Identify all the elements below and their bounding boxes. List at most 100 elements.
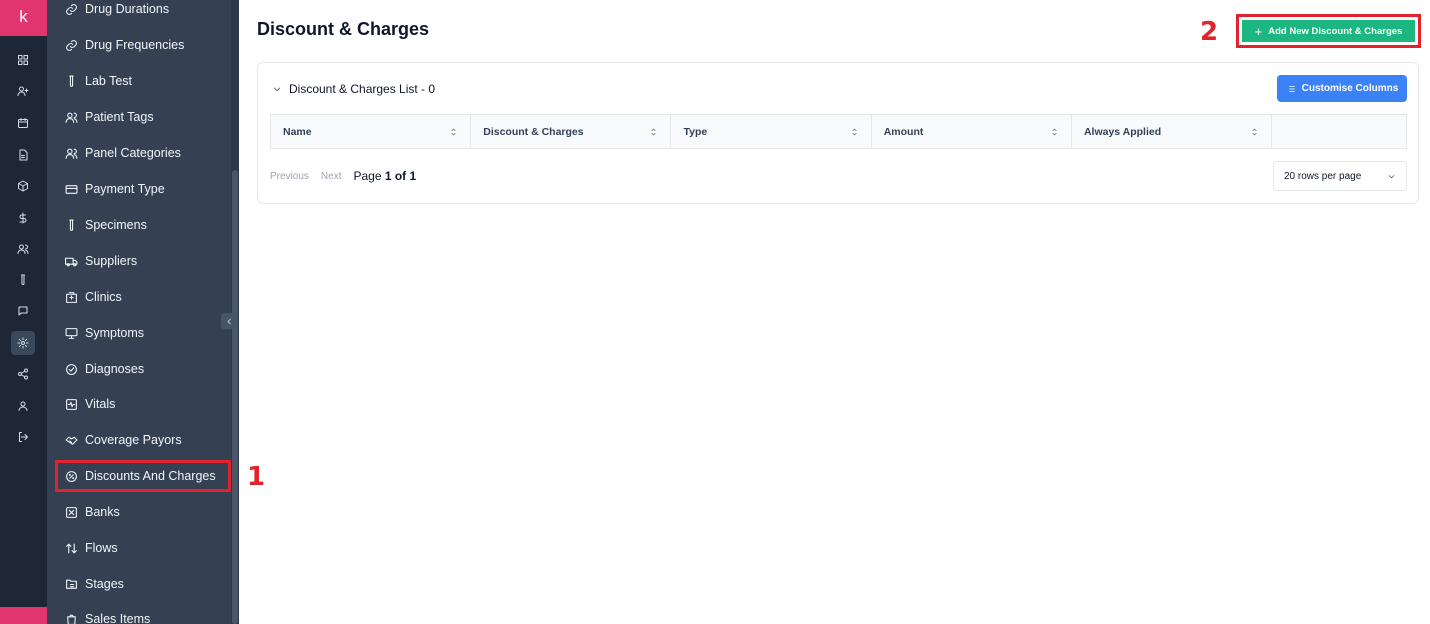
sidebar-item-drug-durations[interactable]: Drug Durations (57, 0, 229, 23)
activity-square-icon (66, 398, 77, 410)
plus-icon: + (1254, 23, 1263, 39)
rows-per-page-value: 20 rows per page (1284, 170, 1362, 182)
credit-card-icon (65, 184, 78, 194)
sidebar-item-coverage-payors[interactable]: Coverage Payors (57, 426, 229, 454)
chevron-down-icon (1388, 174, 1395, 179)
sidebar-item-label: Specimens (85, 218, 147, 232)
test-tube-icon (69, 219, 74, 231)
monitor-icon (65, 327, 78, 339)
page-prefix: Page (353, 169, 385, 183)
link-icon (66, 3, 77, 15)
sidebar-item-flows[interactable]: Flows (57, 534, 229, 562)
page-current: 1 of 1 (384, 169, 417, 183)
customise-columns-button[interactable]: Customise Columns (1277, 75, 1407, 102)
sidebar-scrollbar-thumb[interactable] (232, 170, 238, 624)
settings-sidebar: Drug Durations Drug Frequencies Lab Test… (47, 0, 239, 624)
square-x-icon (66, 506, 77, 518)
shopping-bag-icon (67, 614, 76, 624)
sidebar-item-banks[interactable]: Banks (57, 498, 229, 526)
folder-tree-icon (66, 579, 77, 589)
sidebar-item-label: Patient Tags (85, 110, 154, 124)
page-indicator: Page 1 of 1 (353, 169, 416, 183)
test-tube-icon[interactable] (13, 270, 33, 290)
column-header-discount-charges[interactable]: Discount & Charges (471, 115, 672, 148)
column-header-type[interactable]: Type (671, 115, 872, 148)
sidebar-item-clinics[interactable]: Clinics (57, 283, 229, 311)
add-new-discount-label: Add New Discount & Charges (1268, 25, 1403, 37)
list-icon (1286, 85, 1295, 92)
column-header-always-applied[interactable]: Always Applied (1072, 115, 1273, 148)
rows-per-page-select[interactable]: 20 rows per page (1273, 161, 1407, 191)
page-title: Discount & Charges (257, 19, 430, 39)
sidebar-item-sales-items[interactable]: Sales Items (57, 605, 229, 624)
add-new-discount-button-highlight[interactable]: + Add New Discount & Charges (1236, 14, 1421, 48)
sidebar-item-payment-type[interactable]: Payment Type (57, 175, 229, 203)
handshake-icon (65, 436, 78, 445)
check-circle-icon (66, 363, 77, 375)
sidebar-item-drug-frequencies[interactable]: Drug Frequencies (57, 31, 229, 59)
sidebar-item-stages[interactable]: Stages (57, 570, 229, 598)
sidebar-item-label: Diagnoses (85, 362, 145, 376)
document-icon[interactable] (13, 145, 33, 165)
calendar-icon[interactable] (13, 113, 33, 133)
sidebar-item-panel-categories[interactable]: Panel Categories (57, 139, 229, 167)
dollar-icon[interactable] (13, 208, 33, 228)
test-tube-icon (69, 75, 74, 87)
column-header-amount[interactable]: Amount (872, 115, 1072, 148)
table-header: Name Discount & Charges Type Amount Alwa… (270, 114, 1407, 149)
sidebar-item-label: Drug Frequencies (85, 38, 185, 52)
truck-icon (65, 257, 78, 266)
sidebar-item-vitals[interactable]: Vitals (57, 390, 229, 418)
sidebar-item-lab-test[interactable]: Lab Test (57, 67, 229, 95)
sidebar-item-suppliers[interactable]: Suppliers (57, 247, 229, 275)
sidebar-item-symptoms[interactable]: Symptoms (57, 319, 229, 347)
sidebar-item-label: Sales Items (85, 612, 151, 624)
column-label: Amount (883, 125, 924, 138)
sidebar-item-label: Flows (85, 541, 118, 555)
next-page-button[interactable]: Next (321, 171, 342, 182)
users-icon (65, 112, 78, 123)
previous-page-button[interactable]: Previous (270, 171, 309, 182)
discount-list-card: Discount & Charges List - 0 Customise Co… (257, 62, 1419, 204)
users-icon[interactable] (13, 239, 33, 259)
app-logo[interactable]: k (0, 0, 47, 36)
sidebar-item-specimens[interactable]: Specimens (57, 211, 229, 239)
column-label: Discount & Charges (483, 125, 584, 138)
sidebar-item-label: Suppliers (85, 254, 138, 268)
message-icon[interactable] (13, 301, 33, 321)
rail-bottom-brand (0, 607, 47, 624)
sidebar-item-label: Vitals (85, 397, 116, 411)
logout-icon[interactable] (13, 427, 33, 447)
link-icon (66, 39, 77, 51)
sort-icon (451, 128, 456, 135)
sidebar-item-label: Symptoms (85, 326, 145, 340)
profile-icon[interactable] (13, 396, 33, 416)
settings-icon[interactable] (11, 331, 35, 355)
share-icon[interactable] (13, 364, 33, 384)
box-icon[interactable] (13, 176, 33, 196)
list-title: Discount & Charges List - 0 (289, 82, 436, 96)
column-header-actions (1272, 115, 1406, 148)
sidebar-item-diagnoses[interactable]: Diagnoses (57, 355, 229, 383)
sidebar-item-discounts-and-charges[interactable]: Discounts And Charges (55, 460, 231, 492)
add-user-icon[interactable] (13, 81, 33, 101)
sidebar-item-label: Coverage Payors (85, 433, 182, 447)
arrow-up-down-icon (66, 543, 77, 553)
sidebar-item-patient-tags[interactable]: Patient Tags (57, 103, 229, 131)
add-new-discount-button[interactable]: + Add New Discount & Charges (1242, 20, 1415, 42)
hospital-icon (66, 291, 77, 303)
sidebar-item-label: Drug Durations (85, 2, 170, 16)
collapse-sidebar-button[interactable] (221, 313, 237, 329)
sidebar-item-label: Panel Categories (85, 146, 181, 160)
app: k Drug Durations Drug Frequencies Lab Te… (0, 0, 1430, 624)
sort-icon (852, 128, 857, 135)
sidebar-item-label: Lab Test (85, 74, 133, 88)
column-label: Name (283, 125, 312, 138)
users-icon (65, 148, 78, 159)
dashboard-icon[interactable] (13, 50, 33, 70)
annotation-marker-2: 2 (1200, 17, 1219, 47)
column-header-name[interactable]: Name (271, 115, 472, 148)
sort-icon (1252, 128, 1257, 135)
sort-icon (1052, 128, 1057, 135)
list-header-toggle[interactable]: Discount & Charges List - 0 (272, 82, 435, 96)
